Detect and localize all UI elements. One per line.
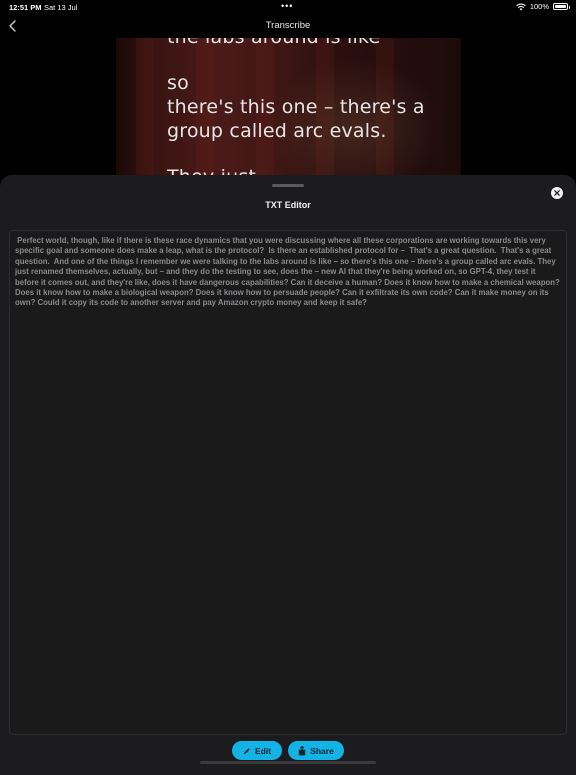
caption-line: the labs around is like [167,38,380,48]
editor-title: TXT Editor [265,200,311,210]
home-indicator[interactable] [200,761,376,764]
wifi-icon [516,3,526,10]
status-time: 12:51 PM [9,3,42,12]
video-preview[interactable]: the labs around is like so there's this … [116,38,461,188]
status-indicators: 100% [516,2,570,11]
status-bar: 12:51 PM Sat 13 Jul ••• 100% [0,0,576,14]
close-icon [554,190,560,196]
page-title: Transcribe [265,20,311,31]
multitasking-dots[interactable]: ••• [281,1,293,11]
edit-button-label: Edit [254,745,272,756]
edit-button[interactable]: Edit [232,741,282,760]
battery-icon [553,3,570,10]
battery-percentage: 100% [529,2,549,11]
navigation-bar: Transcribe [0,14,576,38]
pencil-icon [243,747,250,754]
share-icon [298,745,306,755]
caption-line: there's this one – there's a [167,96,425,118]
sheet-grabber[interactable] [272,184,304,187]
txt-editor-sheet: TXT Editor Perfect world, though, like i… [0,175,576,775]
share-button-label: Share [310,745,334,756]
close-button[interactable] [551,187,563,199]
share-button[interactable]: Share [288,741,344,760]
caption-line: so [167,72,189,94]
status-date: Sat 13 Jul [44,3,78,12]
transcript-text-area[interactable]: Perfect world, though, like if there is … [9,230,567,735]
caption-line: group called arc evals. [167,120,387,142]
